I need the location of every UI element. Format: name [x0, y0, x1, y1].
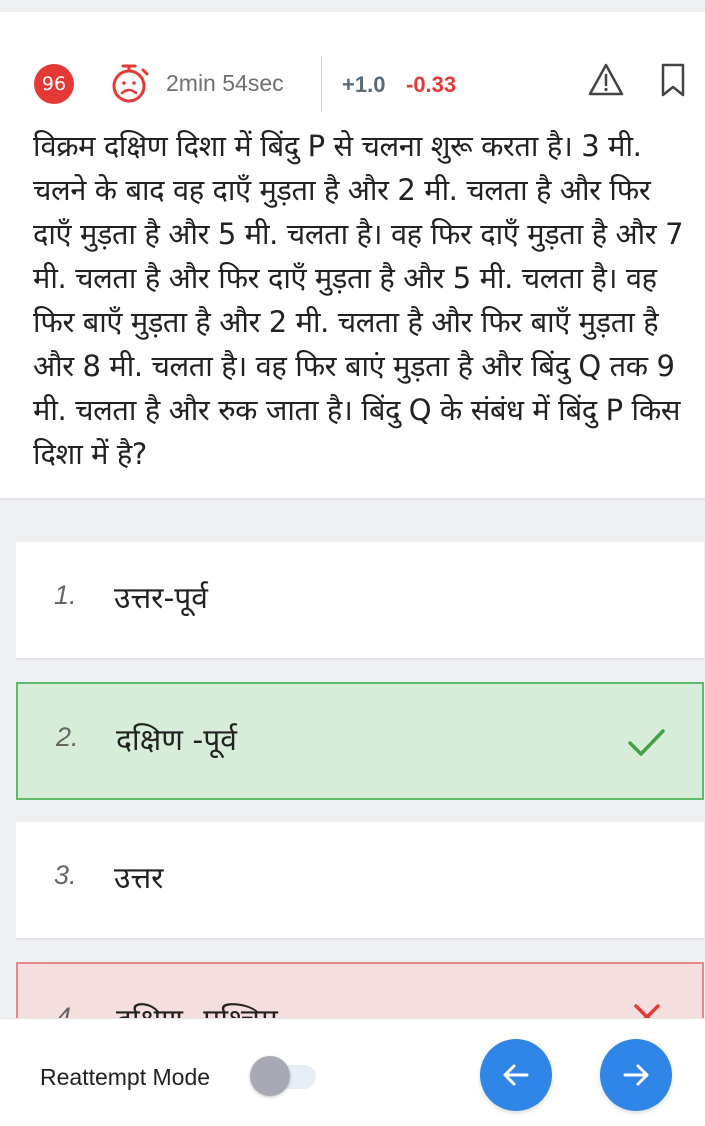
sad-timer-icon [112, 64, 149, 103]
bottom-bar: Reattempt Mode [0, 1018, 705, 1126]
option-number: 2. [56, 722, 79, 752]
option-1[interactable]: 1. उत्तर-पूर्व [16, 542, 704, 660]
toggle-knob [250, 1056, 290, 1096]
option-text: उत्तर [114, 861, 164, 896]
top-strip [0, 0, 705, 12]
question-number-badge: 96 [34, 64, 74, 104]
option-number: 3. [54, 860, 77, 890]
question-text: विक्रम दक्षिण दिशा में बिंदु P से चलना श… [33, 129, 684, 471]
question-card: 96 2min 54sec +1.0 -0.33 विक्रम दक्षिण द… [0, 12, 705, 500]
bookmark-icon[interactable] [656, 60, 690, 100]
reattempt-mode-label: Reattempt Mode [40, 1064, 211, 1090]
option-3[interactable]: 3. उत्तर [16, 822, 704, 940]
check-icon [628, 729, 665, 756]
arrow-left-icon [503, 1064, 529, 1086]
arrow-right-icon [623, 1064, 649, 1086]
question-meta-bar: 96 2min 54sec +1.0 -0.33 [0, 48, 705, 118]
option-text: दक्षिण -पूर्व [116, 723, 237, 758]
next-question-button[interactable] [600, 1039, 672, 1111]
negative-marks: -0.33 [406, 72, 457, 97]
option-2-correct[interactable]: 2. दक्षिण -पूर्व [16, 682, 704, 800]
time-spent: 2min 54sec [166, 70, 284, 96]
warning-triangle-icon[interactable] [586, 60, 626, 100]
previous-question-button[interactable] [480, 1039, 552, 1111]
option-number: 1. [54, 580, 77, 610]
reattempt-mode-toggle[interactable] [250, 1056, 320, 1096]
meta-divider [321, 56, 322, 112]
positive-marks: +1.0 [342, 72, 386, 97]
option-text: उत्तर-पूर्व [114, 581, 208, 616]
